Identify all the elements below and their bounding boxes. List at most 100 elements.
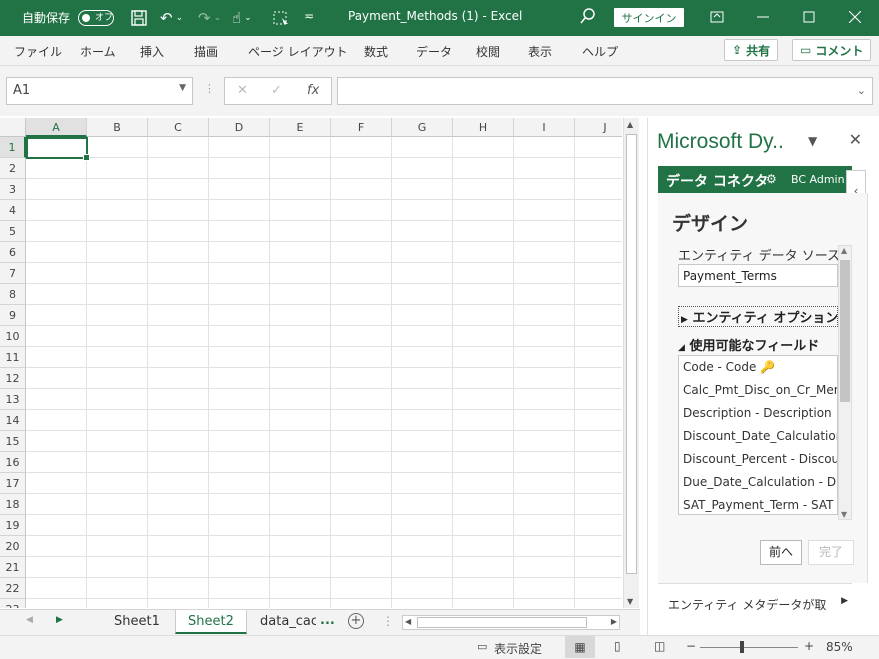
row-header[interactable]: 21 [0,557,26,578]
row-header[interactable]: 2 [0,158,26,179]
field-item[interactable]: Discount_Date_Calculation - D [679,425,837,448]
close-icon[interactable] [840,6,870,28]
finish-button[interactable]: 完了 [808,540,854,565]
fields-section-toggle[interactable]: ◢ 使用可能なフィールド [678,335,838,354]
save-icon[interactable] [130,9,148,27]
scroll-down-icon[interactable]: ▼ [627,597,633,606]
search-icon[interactable] [580,8,596,24]
column-header[interactable]: H [453,118,514,137]
row-header[interactable]: 22 [0,578,26,599]
sheet-tab-sheet2[interactable]: Sheet2 [175,610,247,634]
entity-source-input[interactable]: Payment_Terms [678,264,838,287]
vertical-scroll-thumb[interactable] [626,134,637,574]
row-header[interactable]: 23 [0,599,26,608]
zoom-level[interactable]: 85% [826,640,853,654]
menu-insert[interactable]: 挿入 [140,43,164,60]
scroll-right-icon[interactable]: ▶ [611,617,617,626]
row-header[interactable]: 18 [0,494,26,515]
enter-icon[interactable]: ✓ [271,83,282,98]
column-header[interactable]: J [575,118,622,137]
page-break-view-icon[interactable]: ◫ [654,639,665,653]
undo-icon[interactable]: ↶ ⌄ [160,9,183,27]
splitter-icon[interactable]: ⋮ [382,614,394,628]
row-header[interactable]: 3 [0,179,26,200]
sheet-tab-sheet1[interactable]: Sheet1 [102,610,172,634]
menu-draw[interactable]: 描画 [194,43,218,60]
field-item[interactable]: Calc_Pmt_Disc_on_Cr_Memos [679,379,837,402]
maximize-icon[interactable] [794,6,824,28]
field-item[interactable]: Code - Code 🔑 [679,356,837,379]
active-cell[interactable] [26,137,90,161]
pane-scroll-down-icon[interactable]: ▼ [841,510,847,519]
column-header[interactable]: B [87,118,148,137]
sheet-tab-data-cache[interactable]: data_cac [248,610,316,634]
row-header[interactable]: 15 [0,431,26,452]
field-item[interactable]: Discount_Percent - Discount_ [679,448,837,471]
row-header[interactable]: 9 [0,305,26,326]
pane-close-icon[interactable]: ✕ [849,130,862,149]
menu-help[interactable]: ヘルプ [582,43,618,60]
prev-sheet-icon[interactable]: ◀ [26,615,33,625]
zoom-slider-thumb[interactable] [740,641,744,653]
vertical-scrollbar[interactable]: ▲ ▼ [623,118,639,608]
signin-button[interactable]: サインイン [614,8,684,27]
column-header[interactable]: F [331,118,392,137]
gear-icon[interactable]: ⚙ [766,172,777,186]
column-header[interactable]: C [148,118,209,137]
menu-review[interactable]: 校閲 [476,43,500,60]
horizontal-scrollbar[interactable]: ◀ ▶ [402,615,620,630]
field-item[interactable]: SAT_Payment_Term - SAT Payr [679,494,837,514]
ribbon-display-icon[interactable] [702,6,732,28]
row-header[interactable]: 19 [0,515,26,536]
row-header[interactable]: 1 [0,137,26,158]
share-button[interactable]: ⇪ 共有 [724,39,779,61]
column-header[interactable]: E [270,118,331,137]
zoom-out-icon[interactable]: − [686,639,696,653]
row-header[interactable]: 16 [0,452,26,473]
row-header[interactable]: 20 [0,536,26,557]
redo-icon[interactable]: ↷ ⌄ [198,9,221,27]
column-header[interactable]: G [392,118,453,137]
column-header[interactable]: D [209,118,270,137]
entity-options-toggle[interactable]: ▶ エンティティ オプション [678,306,838,327]
row-header[interactable]: 11 [0,347,26,368]
menu-page-layout[interactable]: ページ レイアウト [248,43,348,60]
row-header[interactable]: 17 [0,473,26,494]
normal-view-icon[interactable]: ▦ [565,636,595,658]
next-sheet-icon[interactable]: ▶ [56,615,63,625]
row-header[interactable]: 13 [0,389,26,410]
row-header[interactable]: 12 [0,368,26,389]
page-layout-view-icon[interactable]: ▯ [614,639,621,653]
comment-button[interactable]: ▭ コメント [792,39,872,61]
display-settings[interactable]: 表示設定 [494,640,542,657]
insert-function-icon[interactable]: fx [307,83,319,98]
autosave-toggle[interactable]: オフ [78,9,115,26]
scroll-left-icon[interactable]: ◀ [405,617,411,626]
entity-metadata-toggle[interactable]: エンティティ メタデータが取 ▶ [658,583,852,627]
pane-options-icon[interactable]: ▼ [808,134,817,148]
available-fields-list[interactable]: Code - Code 🔑 Calc_Pmt_Disc_on_Cr_Memos … [678,355,838,515]
pane-scroll-up-icon[interactable]: ▲ [841,246,847,255]
zoom-slider[interactable] [700,641,798,653]
expand-formula-icon[interactable]: ⌄ [857,84,866,97]
zoom-in-icon[interactable]: + [804,639,814,653]
row-header[interactable]: 5 [0,221,26,242]
select-all-corner[interactable] [0,118,26,137]
row-header[interactable]: 14 [0,410,26,431]
name-box[interactable]: A1 ▼ [6,77,193,105]
previous-button[interactable]: 前へ [760,540,802,565]
column-header[interactable]: I [514,118,575,137]
column-header[interactable]: A [26,118,87,137]
more-sheets[interactable]: ... [320,613,335,628]
row-header[interactable]: 7 [0,263,26,284]
autosave[interactable]: 自動保存 オフ [22,9,115,26]
row-header[interactable]: 8 [0,284,26,305]
formula-input[interactable]: ⌄ [337,77,873,105]
minimize-icon[interactable] [748,6,778,28]
scroll-up-icon[interactable]: ▲ [627,120,633,129]
add-sheet-icon[interactable]: + [348,613,364,629]
field-item[interactable]: Due_Date_Calculation - Due_D [679,471,837,494]
spreadsheet-grid[interactable]: ABCDEFGHIJ 1 2 3 4 5 6 7 8 9 10 11 12 13 14 15 16 17 18 19… [0,118,622,608]
chevron-down-icon[interactable]: ▼ [179,83,186,93]
select-object-icon[interactable] [272,9,290,27]
